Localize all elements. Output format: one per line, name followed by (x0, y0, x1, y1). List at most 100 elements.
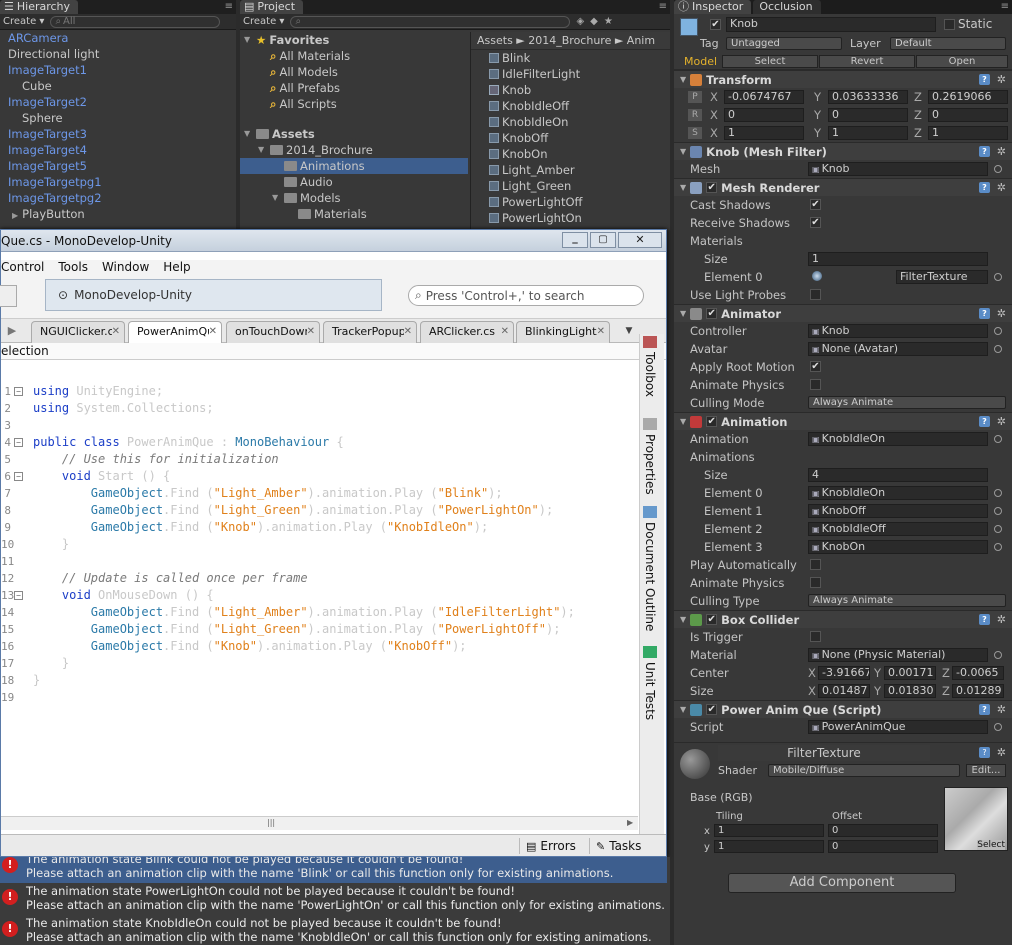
asset-item[interactable]: KnobOff (489, 130, 670, 146)
gear-icon[interactable]: ✲ (997, 703, 1006, 716)
mesh-renderer-enabled-checkbox[interactable]: ✔ (706, 182, 718, 193)
close-button[interactable]: ✕ (618, 232, 662, 248)
object-picker-icon[interactable] (994, 435, 1002, 443)
filter-label-icon[interactable]: ◆ (590, 16, 598, 27)
animator-enabled-checkbox[interactable]: ✔ (706, 308, 718, 319)
culling-mode-dropdown[interactable]: Always Animate (808, 396, 1006, 409)
close-tab-icon[interactable]: ✕ (111, 322, 120, 342)
run-config-dropdown[interactable] (0, 285, 17, 307)
object-picker-icon[interactable] (994, 723, 1002, 731)
filter-type-icon[interactable]: ◈ (576, 16, 584, 27)
revert-button[interactable]: Revert (819, 55, 915, 68)
transform-mode-button[interactable]: R (688, 109, 702, 121)
asset-item[interactable]: KnobIdleOn (489, 114, 670, 130)
hierarchy-item[interactable]: ▶ PlayButton (0, 206, 236, 222)
project-create-button[interactable]: Create ▾ (243, 16, 284, 27)
menu-tools[interactable]: Tools (58, 260, 88, 275)
hierarchy-tab[interactable]: ☰ Hierarchy (0, 0, 79, 14)
tiling-offset-field[interactable]: 1 (714, 840, 824, 853)
animation-element-field[interactable]: ▣ KnobOff (808, 504, 988, 518)
hierarchy-item[interactable]: Directional light (0, 46, 236, 62)
animation-field[interactable]: ▣ KnobIdleOn (808, 432, 988, 446)
light-probes-checkbox[interactable] (810, 289, 821, 300)
y-field[interactable]: 0.00171 (884, 666, 936, 680)
z-field[interactable]: -0.0065 (952, 666, 1004, 680)
x-field[interactable]: 0 (724, 108, 804, 122)
help-icon[interactable]: ? (979, 704, 990, 715)
transform-mode-button[interactable]: S (688, 127, 702, 139)
animation-element-field[interactable]: ▣ KnobIdleOff (808, 522, 988, 536)
object-picker-icon[interactable] (994, 273, 1002, 281)
mesh-filter-header[interactable]: ▼ Knob (Mesh Filter)? ✲ (674, 142, 1012, 160)
foldout-arrow-icon[interactable]: ▼ (680, 75, 686, 84)
object-picker-icon[interactable] (994, 507, 1002, 515)
x-field[interactable]: -3.91667 (818, 666, 870, 680)
folder-item[interactable]: ▼ Models (240, 190, 468, 206)
folder-item[interactable]: Animations (240, 158, 468, 174)
menu-window[interactable]: Window (102, 260, 149, 275)
asset-item[interactable]: PowerLightOff (489, 194, 670, 210)
favorites-header[interactable]: ▼ ★ Favorites (240, 32, 468, 48)
foldout-arrow-icon[interactable]: ▼ (680, 183, 686, 192)
close-tab-icon[interactable]: ✕ (500, 322, 509, 342)
gear-icon[interactable]: ✲ (997, 746, 1006, 759)
asset-item[interactable]: PowerLightOn (489, 210, 670, 226)
console-error-entry[interactable]: ! The animation state Blink could not be … (0, 857, 667, 883)
asset-item[interactable]: KnobIdleOff (489, 98, 670, 114)
foldout-arrow-icon[interactable]: ▼ (680, 147, 686, 156)
object-picker-icon[interactable] (994, 525, 1002, 533)
maximize-button[interactable]: ▢ (590, 232, 616, 248)
transform-header[interactable]: ▼ Transform? ✲ (674, 70, 1012, 88)
help-icon[interactable]: ? (979, 146, 990, 157)
x-field[interactable]: 0.01487 (818, 684, 870, 698)
fold-marker-icon[interactable]: − (14, 591, 23, 600)
mesh-renderer-header[interactable]: ▼ ✔ Mesh Renderer? ✲ (674, 178, 1012, 196)
project-search-input[interactable]: ⌕ (290, 15, 571, 28)
tab-trackerpopup[interactable]: TrackerPopup ✕ (323, 321, 417, 343)
errors-button[interactable]: ▤ Errors (519, 838, 576, 854)
console-error-entry[interactable]: ! The animation state KnobIdleOn could no… (0, 915, 667, 945)
tab-poweranimqu[interactable]: PowerAnimQu ✕ (128, 321, 222, 343)
menu-control[interactable]: Control (1, 260, 44, 275)
folder-item[interactable]: Audio (240, 174, 468, 190)
add-component-button[interactable]: Add Component (728, 873, 956, 893)
close-tab-icon[interactable]: ✕ (208, 322, 217, 342)
tasks-button[interactable]: ✎ Tasks (589, 838, 641, 854)
hierarchy-item[interactable]: Sphere (0, 110, 236, 126)
asset-item[interactable]: Light_Amber (489, 162, 670, 178)
z-field[interactable]: 0.01289 (952, 684, 1004, 698)
help-icon[interactable]: ? (979, 747, 990, 758)
select-button[interactable]: Select (722, 55, 818, 68)
receive-shadows-checkbox[interactable]: ✔ (810, 217, 821, 228)
tab-nguiclickercs[interactable]: NGUIClicker.cs ✕ (31, 321, 125, 343)
close-tab-icon[interactable]: ✕ (596, 322, 605, 342)
tiling-offset-field[interactable]: 1 (714, 824, 824, 837)
folder-item[interactable]: ▼ 2014_Brochure (240, 142, 468, 158)
z-field[interactable]: 0.2619066 (928, 90, 1008, 104)
occlusion-tab[interactable]: Occlusion (753, 0, 821, 14)
is-trigger-checkbox[interactable] (810, 631, 821, 642)
material-element-field[interactable]: FilterTexture (896, 270, 988, 284)
help-icon[interactable]: ? (979, 416, 990, 427)
favorite-item[interactable]: ⌕ All Materials (240, 48, 468, 64)
animations-size-field[interactable]: 4 (808, 468, 988, 482)
project-tab[interactable]: ▤ Project (240, 0, 304, 14)
edit-shader-button[interactable]: Edit... (966, 764, 1006, 777)
avatar-field[interactable]: ▣ None (Avatar) (808, 342, 988, 356)
animate-physics-checkbox[interactable] (810, 577, 821, 588)
z-field[interactable]: 1 (928, 126, 1008, 140)
scroll-thumb[interactable]: ||| (267, 818, 275, 827)
minimize-button[interactable]: _ (562, 232, 588, 248)
hierarchy-item[interactable]: ImageTarget2 (0, 94, 236, 110)
tab-list-dropdown[interactable]: ▼ (621, 321, 637, 341)
active-checkbox[interactable]: ✔ (710, 19, 721, 30)
object-name-field[interactable]: Knob (726, 17, 936, 32)
foldout-arrow-icon[interactable]: ▼ (680, 309, 686, 318)
animation-element-field[interactable]: ▣ KnobOn (808, 540, 988, 554)
object-picker-icon[interactable] (994, 651, 1002, 659)
layer-dropdown[interactable]: Default (890, 37, 1006, 50)
tab-blinkinglighta[interactable]: BlinkingLightA ✕ (516, 321, 610, 343)
gear-icon[interactable]: ✲ (997, 181, 1006, 194)
breadcrumb[interactable]: Assets ► 2014_Brochure ► Anim (471, 32, 670, 50)
panel-menu-icon[interactable]: ≡ (659, 1, 667, 12)
